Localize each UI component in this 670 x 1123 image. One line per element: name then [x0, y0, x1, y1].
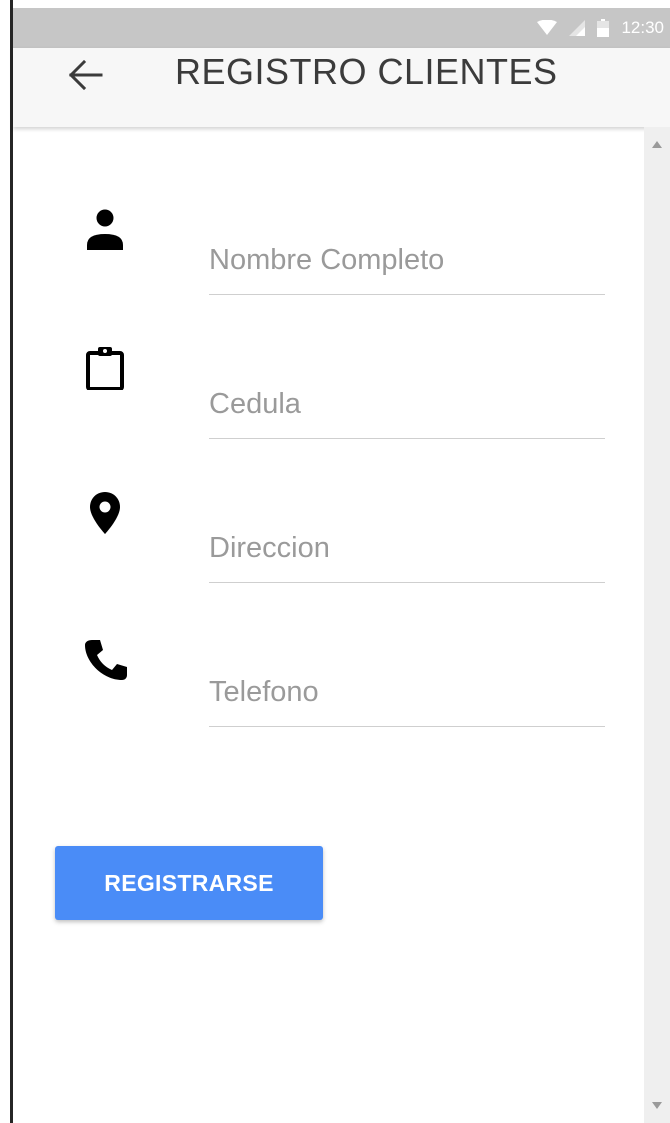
- status-icons: 12:30: [537, 18, 664, 38]
- status-bar: 12:30: [13, 8, 670, 48]
- address-input[interactable]: [209, 528, 605, 568]
- full-name-input[interactable]: [209, 240, 605, 280]
- phone-field-row: [13, 638, 633, 738]
- scrollbar[interactable]: [644, 127, 670, 1123]
- input-underline: [209, 438, 605, 439]
- app-toolbar: REGISTRO CLIENTES: [13, 48, 670, 127]
- input-underline: [209, 726, 605, 727]
- address-field-row: [13, 492, 633, 594]
- signal-icon: [569, 20, 586, 36]
- name-field-row: [13, 206, 633, 306]
- scroll-up-arrow[interactable]: [652, 141, 662, 148]
- clipboard-icon: [86, 347, 124, 390]
- location-pin-icon: [90, 492, 120, 534]
- person-icon: [87, 209, 123, 250]
- battery-icon: [597, 19, 610, 37]
- input-underline: [209, 582, 605, 583]
- phone-input[interactable]: [209, 672, 605, 712]
- phone-icon: [85, 640, 127, 680]
- cedula-input[interactable]: [209, 384, 605, 424]
- window-edge: [0, 0, 10, 1123]
- id-field-row: [13, 347, 633, 450]
- app-screen: 12:30 REGISTRO CLIENTES Nombre Completo …: [13, 0, 670, 1123]
- scroll-down-arrow[interactable]: [652, 1102, 662, 1109]
- register-button[interactable]: REGISTRARSE: [55, 846, 323, 920]
- wifi-icon: [537, 20, 558, 35]
- status-time: 12:30: [621, 18, 664, 37]
- back-button[interactable]: [63, 52, 109, 98]
- arrow-left-icon: [69, 60, 103, 90]
- input-underline: [209, 294, 605, 295]
- page-title: REGISTRO CLIENTES: [175, 51, 558, 92]
